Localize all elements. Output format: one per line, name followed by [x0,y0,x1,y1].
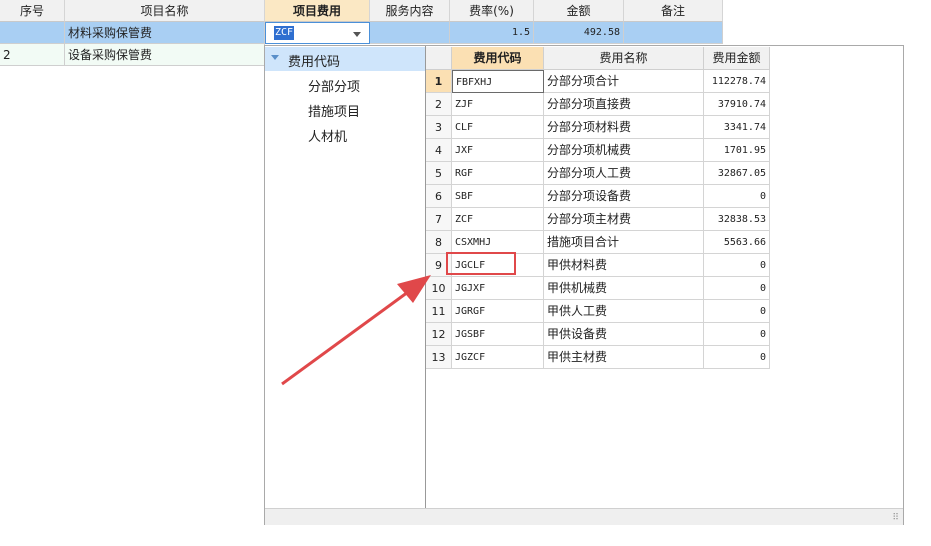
annotation-arrow [281,275,431,386]
resize-grip-icon[interactable]: ⠿ [892,514,899,523]
panel-status-bar: ⠿ [265,508,903,525]
